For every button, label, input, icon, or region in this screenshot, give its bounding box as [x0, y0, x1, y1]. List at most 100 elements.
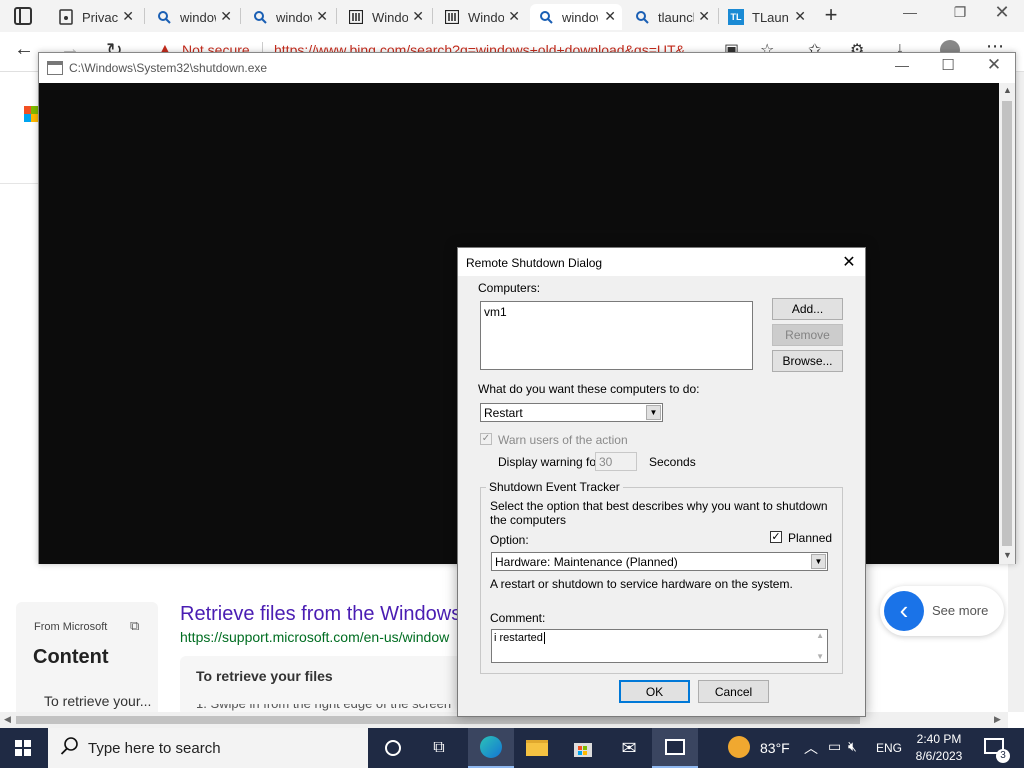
chevron-up-icon[interactable]: ︿: [804, 738, 818, 758]
back-button[interactable]: ←: [14, 38, 34, 61]
close-tab-icon[interactable]: ✕: [316, 8, 328, 25]
file-explorer-icon[interactable]: [514, 728, 560, 768]
see-more-label[interactable]: See more: [932, 603, 988, 618]
mail-icon[interactable]: ✉: [606, 728, 652, 768]
scroll-left-arrow-icon[interactable]: ◀: [4, 714, 11, 725]
horizontal-scroll-thumb[interactable]: [16, 716, 860, 724]
console-taskbar-icon[interactable]: [652, 728, 698, 768]
console-scroll-thumb[interactable]: [1002, 101, 1012, 546]
search-icon: [538, 9, 554, 25]
action-select[interactable]: Restart ▼: [480, 403, 663, 422]
close-tab-icon[interactable]: ✕: [698, 8, 710, 25]
tab-label: windows: [276, 9, 312, 25]
warning-seconds-input[interactable]: 30: [595, 452, 637, 471]
language-indicator[interactable]: ENG: [876, 741, 902, 755]
comment-textarea[interactable]: i restarted ▲ ▼: [491, 629, 828, 663]
comment-text: i restarted: [494, 632, 545, 644]
option-description: A restart or shutdown to service hardwar…: [490, 577, 793, 591]
tab-actions-icon[interactable]: [14, 7, 32, 25]
console-scrollbar[interactable]: ▲ ▼: [999, 83, 1015, 564]
tab-label: Windows: [468, 9, 504, 25]
planned-checkbox[interactable]: ✓: [770, 531, 782, 543]
tab-windows-search-active[interactable]: windows ✕: [530, 4, 622, 30]
store-icon[interactable]: [560, 728, 606, 768]
museum-icon: [348, 9, 364, 25]
warn-users-checkbox[interactable]: ✓: [480, 433, 492, 445]
tab-windows-2[interactable]: Windows ✕: [436, 4, 526, 30]
tab-separator: [336, 8, 337, 24]
clock-date[interactable]: 8/6/2023: [912, 749, 966, 763]
cancel-button[interactable]: Cancel: [698, 680, 769, 703]
tab-actions-icon-bar: [19, 9, 21, 23]
search-icon: [252, 9, 268, 25]
tab-label: Privacy: [82, 9, 118, 25]
tab-label: Windows: [372, 9, 408, 25]
tab-separator: [718, 8, 719, 24]
close-tab-icon[interactable]: ✕: [508, 8, 520, 25]
result-title-link[interactable]: Retrieve files from the Windows: [180, 603, 461, 626]
side-text[interactable]: To retrieve your...: [44, 693, 151, 709]
browser-minimize-button[interactable]: —: [895, 4, 925, 26]
seconds-label: Seconds: [649, 455, 696, 469]
task-view-icon[interactable]: ⧉: [416, 728, 462, 768]
browser-restore-button[interactable]: ❐: [945, 4, 975, 26]
weather-icon[interactable]: [728, 736, 750, 758]
tab-windows-search-2[interactable]: windows ✕: [244, 4, 334, 30]
tab-separator: [144, 8, 145, 24]
comment-scroll-down-icon[interactable]: ▼: [816, 652, 824, 661]
side-source-label: From Microsoft: [34, 621, 108, 633]
close-tab-icon[interactable]: ✕: [604, 8, 616, 25]
close-tab-icon[interactable]: ✕: [122, 8, 134, 25]
new-tab-button[interactable]: +: [820, 4, 842, 26]
comment-scroll-up-icon[interactable]: ▲: [816, 631, 824, 640]
windows-logo-icon: [15, 740, 31, 756]
computers-list[interactable]: vm1: [480, 301, 753, 370]
console-maximize-button[interactable]: ☐: [933, 56, 963, 74]
display-warning-label: Display warning for: [498, 455, 601, 469]
notification-count: 3: [996, 749, 1010, 763]
console-close-button[interactable]: ✕: [979, 55, 1009, 75]
tab-tlauncher-search[interactable]: tlauncher ✕: [626, 4, 716, 30]
option-label: Option:: [490, 533, 529, 547]
console-title-bar[interactable]: C:\Windows\System32\shutdown.exe — ☐ ✕: [39, 53, 1015, 83]
action-select-value: Restart: [484, 406, 523, 420]
browser-tab-strip: Privacy ✕ windows ✕ windows ✕ Windows ✕ …: [0, 0, 1024, 32]
dialog-close-button[interactable]: ✕: [838, 252, 860, 272]
edge-app-icon[interactable]: [468, 728, 514, 768]
browse-button[interactable]: Browse...: [772, 350, 843, 372]
option-select[interactable]: Hardware: Maintenance (Planned) ▼: [491, 552, 828, 571]
tab-tlauncher[interactable]: TL TLauncher ✕: [722, 4, 812, 30]
ok-button[interactable]: OK: [619, 680, 690, 703]
add-button[interactable]: Add...: [772, 298, 843, 320]
tab-windows-search-1[interactable]: windows ✕: [148, 4, 238, 30]
scroll-up-arrow-icon[interactable]: ▲: [1003, 85, 1012, 95]
taskbar-search-box[interactable]: Type here to search: [48, 728, 368, 768]
start-button[interactable]: [0, 728, 46, 768]
tab-windows-1[interactable]: Windows ✕: [340, 4, 430, 30]
chevron-down-icon[interactable]: ▼: [646, 405, 661, 420]
chevron-left-icon[interactable]: ‹: [884, 591, 924, 631]
tab-label: windows: [562, 9, 598, 25]
chevron-down-icon[interactable]: ▼: [811, 554, 826, 569]
tab-privacy[interactable]: Privacy ✕: [50, 4, 140, 30]
console-minimize-button[interactable]: —: [887, 57, 917, 73]
comment-label: Comment:: [490, 611, 546, 625]
scroll-right-arrow-icon[interactable]: ▶: [994, 714, 1001, 725]
result-url[interactable]: https://support.microsoft.com/en-us/wind…: [180, 629, 449, 645]
close-tab-icon[interactable]: ✕: [412, 8, 424, 25]
microsoft-logo: [24, 106, 38, 122]
computer-item[interactable]: vm1: [484, 305, 507, 319]
snippet-line: 1. Swipe in from the right edge of the s…: [196, 704, 456, 712]
weather-temp[interactable]: 83°F: [760, 740, 790, 756]
browser-close-button[interactable]: ✕: [988, 2, 1016, 26]
remove-button[interactable]: Remove: [772, 324, 843, 346]
external-link-icon[interactable]: ⧉: [130, 618, 139, 634]
close-tab-icon[interactable]: ✕: [220, 8, 232, 25]
volume-muted-icon[interactable]: 🔇︎: [848, 738, 857, 755]
close-tab-icon[interactable]: ✕: [794, 8, 806, 25]
cortana-icon[interactable]: [370, 728, 416, 768]
scroll-down-arrow-icon[interactable]: ▼: [1003, 550, 1012, 560]
event-tracker-group-label: Shutdown Event Tracker: [486, 480, 623, 494]
network-icon[interactable]: ▭: [828, 738, 841, 755]
clock-time[interactable]: 2:40 PM: [916, 732, 962, 746]
